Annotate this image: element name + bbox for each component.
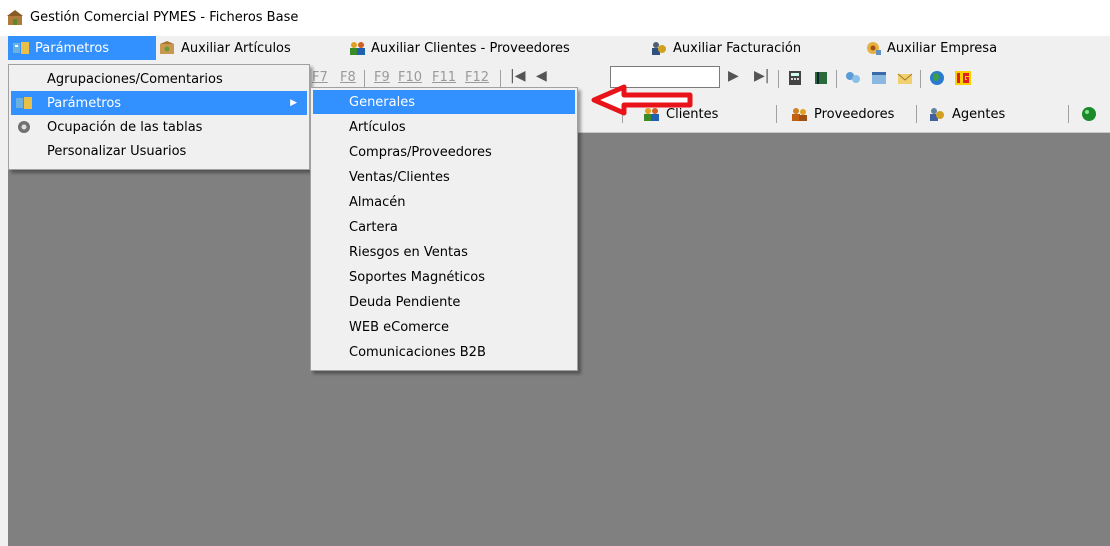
submenu-item-comunicaciones-b2b[interactable]: Comunicaciones B2B [313,340,575,364]
submenu-item-articulos[interactable]: Artículos [313,115,575,139]
app-icon [7,10,23,25]
fkey-f8[interactable]: F8 [340,70,356,85]
next-record-icon[interactable]: ▶ [728,68,739,84]
submenu-item-compras-proveedores[interactable]: Compras/Proveedores [313,140,575,164]
fkey-f7[interactable]: F7 [312,70,328,85]
parametros-submenu: Generales Artículos Compras/Proveedores … [310,87,578,371]
submenu-item-label: Artículos [349,119,406,135]
menu-item-label: Parámetros [47,95,122,111]
menu-item-personalizar-usuarios[interactable]: Personalizar Usuarios [11,139,307,163]
toolbar-separator [916,105,917,123]
clientes-icon [350,42,365,55]
globe-icon[interactable] [928,70,946,86]
calculator-icon[interactable] [786,70,804,86]
first-record-icon[interactable]: |◀ [510,68,525,84]
proveedores-button[interactable]: Proveedores [790,102,894,126]
submenu-item-deuda-pendiente[interactable]: Deuda Pendiente [313,290,575,314]
contacts-icon[interactable] [844,70,862,86]
parametros-menu: Agrupaciones/Comentarios Parámetros ▶ Oc… [8,64,310,170]
toolbar-separator [364,70,365,88]
book-icon[interactable] [812,70,830,86]
toolbar-separator [920,70,921,88]
submenu-item-label: Comunicaciones B2B [349,344,486,360]
ig-logo-icon[interactable] [954,70,972,86]
window-title: Gestión Comercial PYMES - Ficheros Base [30,10,299,25]
mail-icon[interactable] [896,70,914,86]
menu-auxiliar-articulos[interactable]: Auxiliar Artículos [154,36,295,60]
toolbar-separator [836,70,837,88]
submenu-item-riesgos-ventas[interactable]: Riesgos en Ventas [313,240,575,264]
fkey-f9[interactable]: F9 [374,70,390,85]
toolbar-separator [776,105,777,123]
fkey-f12[interactable]: F12 [465,70,489,85]
previous-record-icon[interactable]: ◀ [536,68,547,84]
submenu-item-web-ecomerce[interactable]: WEB eComerce [313,315,575,339]
submenu-item-label: Generales [349,94,416,110]
submenu-item-label: Almacén [349,194,406,210]
submenu-item-label: Deuda Pendiente [349,294,461,310]
submenu-item-almacen[interactable]: Almacén [313,190,575,214]
submenu-item-label: Soportes Magnéticos [349,269,486,285]
toolbar-separator [500,70,501,88]
submenu-item-soportes-magneticos[interactable]: Soportes Magnéticos [313,265,575,289]
facturacion-icon [652,42,666,55]
menu-auxiliar-clientes-proveedores-label: Auxiliar Clientes - Proveedores [371,40,570,56]
toolbar-separator [778,70,779,88]
fkey-f10[interactable]: F10 [398,70,422,85]
agentes-icon [930,108,944,121]
menu-item-ocupacion-tablas[interactable]: Ocupación de las tablas [11,115,307,139]
toolbar-separator [1068,105,1069,123]
menu-item-label: Agrupaciones/Comentarios [47,71,223,87]
submenu-item-label: Riesgos en Ventas [349,244,468,260]
menu-item-label: Ocupación de las tablas [47,119,203,135]
empresa-icon [867,42,881,55]
submenu-item-generales[interactable]: Generales [313,90,575,114]
articulos-icon [160,41,174,54]
submenu-item-label: WEB eComerce [349,319,450,335]
parametros-icon [13,42,29,54]
menu-auxiliar-empresa[interactable]: Auxiliar Empresa [860,36,1001,60]
submenu-item-label: Ventas/Clientes [349,169,450,185]
menu-item-label: Personalizar Usuarios [47,143,187,159]
proveedores-button-label: Proveedores [814,106,895,122]
agentes-button[interactable]: Agentes [928,102,1005,126]
menu-auxiliar-facturacion-label: Auxiliar Facturación [673,40,802,56]
menu-auxiliar-articulos-label: Auxiliar Artículos [181,40,291,56]
agentes-button-label: Agentes [952,106,1006,122]
submenu-item-label: Compras/Proveedores [349,144,492,160]
menu-auxiliar-facturacion[interactable]: Auxiliar Facturación [646,36,805,60]
proveedores-icon [792,108,807,121]
menu-bar: Parámetros Auxiliar Artículos Auxiliar C… [0,36,1110,62]
submenu-item-cartera[interactable]: Cartera [313,215,575,239]
annotation-arrow-icon [591,84,693,116]
status-light-icon[interactable] [1080,106,1098,122]
calendar-icon[interactable] [870,70,888,86]
parametros-icon [16,97,32,109]
menu-auxiliar-clientes-proveedores[interactable]: Auxiliar Clientes - Proveedores [344,36,574,60]
submenu-arrow-icon: ▶ [290,98,297,108]
submenu-item-label: Cartera [349,219,398,235]
title-bar: Gestión Comercial PYMES - Ficheros Base [0,0,1110,36]
gear-icon [18,121,30,133]
last-record-icon[interactable]: ▶| [754,68,769,84]
menu-parametros-label: Parámetros [35,40,110,56]
submenu-item-ventas-clientes[interactable]: Ventas/Clientes [313,165,575,189]
menu-item-agrupaciones-comentarios[interactable]: Agrupaciones/Comentarios [11,67,307,91]
menu-auxiliar-empresa-label: Auxiliar Empresa [887,40,998,56]
fkey-f11[interactable]: F11 [432,70,456,85]
menu-item-parametros[interactable]: Parámetros ▶ [11,91,307,115]
menu-parametros[interactable]: Parámetros [8,36,156,60]
